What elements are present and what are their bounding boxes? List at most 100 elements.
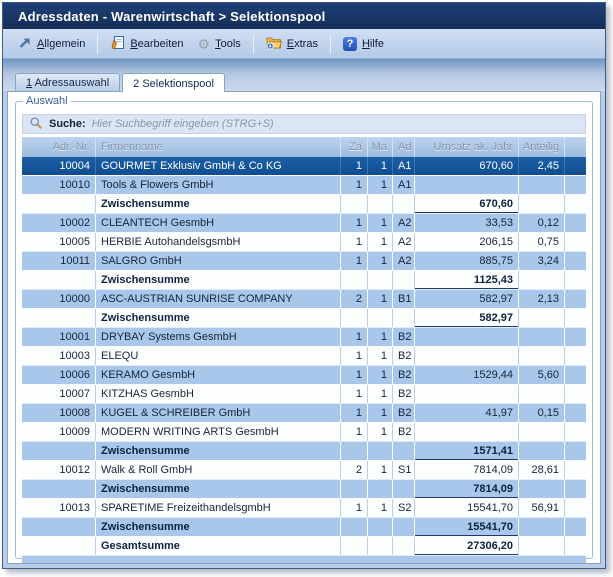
cell-umsatz: 27306,20 [415, 537, 519, 555]
cell-za: 1 [341, 423, 368, 441]
cell-ad [393, 271, 415, 289]
cell-za: 1 [341, 233, 368, 251]
cell-ad: A2 [393, 214, 415, 232]
toolbar-button-extras[interactable]: Extras [259, 32, 325, 56]
cell-za [341, 537, 368, 555]
cell-adrnr: 10003 [22, 347, 96, 365]
cell-adrnr [22, 480, 96, 498]
cell-ma: 1 [368, 157, 393, 175]
cell-anteilig [519, 195, 565, 213]
cell-umsatz: 1571,41 [415, 442, 519, 460]
header-cell-ma[interactable]: Ma [368, 137, 393, 157]
table-row[interactable]: 10008KUGEL & SCHREIBER GmbH11B241,970,15 [22, 404, 586, 423]
cell-firma: Tools & Flowers GmbH [96, 176, 341, 194]
cell-ma: 1 [368, 252, 393, 270]
toolbar-button-hilfe[interactable]: ? Hilfe [336, 34, 391, 54]
cell-adrnr: 10008 [22, 404, 96, 422]
table-row[interactable]: 10000ASC-AUSTRIAN SUNRISE COMPANY21B1582… [22, 290, 586, 309]
header-cell-umsatz[interactable]: Umsatz ak. Jahr [415, 137, 519, 157]
cell-ma [368, 309, 393, 327]
header-cell-firma[interactable]: Firmenname [96, 137, 341, 157]
cell-za [341, 480, 368, 498]
cell-adrnr [22, 309, 96, 327]
cell-firma: ELEQU [96, 347, 341, 365]
toolbar-button-tools[interactable]: ⚙ Tools [191, 34, 248, 54]
table-row[interactable]: 10006KERAMO GesmbH11B21529,445,60 [22, 366, 586, 385]
cell-anteilig: 0,12 [519, 214, 565, 232]
header-cell-fill [565, 137, 586, 157]
tab-adressauswahl[interactable]: 1 Adressauswahl [15, 73, 120, 91]
table-row[interactable]: 10013SPARETIME FreizeithandelsgmbH11S215… [22, 499, 586, 518]
toolbar-button-bearbeiten[interactable]: Bearbeiten [103, 32, 190, 56]
cell-anteilig: 5,60 [519, 366, 565, 384]
cell-za [341, 309, 368, 327]
header-cell-za[interactable]: Za [341, 137, 368, 157]
table-row-sum[interactable]: Zwischensumme1125,43 [22, 271, 586, 290]
search-bar[interactable]: Suche: [22, 114, 586, 134]
header-cell-anteilig[interactable]: Anteilig [519, 137, 565, 157]
cell-anteilig: 0,75 [519, 233, 565, 251]
toolbar-button-label: Hilfe [362, 38, 384, 50]
table-row[interactable]: 10004GOURMET Exklusiv GmbH & Co KG11A167… [22, 157, 586, 176]
cell-fill [565, 423, 586, 441]
table-row[interactable]: 10010Tools & Flowers GmbH11A1 [22, 176, 586, 195]
table-header: Adr.-Nr.FirmennameZaMaAdUmsatz ak. JahrA… [22, 137, 586, 157]
cell-fill [565, 214, 586, 232]
cell-ma: 1 [368, 347, 393, 365]
cell-za: 1 [341, 176, 368, 194]
tab-strip: 1 Adressauswahl 2 Selektionspool [3, 59, 605, 91]
cell-ma: 1 [368, 385, 393, 403]
table-row[interactable]: 10011SALGRO GmbH11A2885,753,24 [22, 252, 586, 271]
cell-ad: B2 [393, 385, 415, 403]
cell-anteilig [519, 347, 565, 365]
cell-ad: B2 [393, 347, 415, 365]
cell-adrnr: 10001 [22, 328, 96, 346]
tab-selektionspool[interactable]: 2 Selektionspool [122, 73, 225, 92]
table-row-sum[interactable]: Gesamtsumme 27306,20 [22, 537, 586, 556]
cell-adrnr: 10005 [22, 233, 96, 251]
table-row[interactable]: 10001DRYBAY Systems GesmbH11B2 [22, 328, 586, 347]
cell-umsatz: 7814,09 [415, 480, 519, 498]
cell-firma: Gesamtsumme [96, 537, 341, 555]
table-row[interactable]: 10002CLEANTECH GesmbH11A233,530,12 [22, 214, 586, 233]
folder-icon [266, 35, 282, 53]
table-row[interactable]: 10003ELEQU11B2 [22, 347, 586, 366]
cell-ad [393, 518, 415, 536]
table-row-sum[interactable]: Zwischensumme582,97 [22, 309, 586, 328]
groupbox-auswahl: Auswahl Suche: Adr.-Nr.FirmennameZaMaAdU… [15, 101, 593, 559]
table-row-sum[interactable]: Zwischensumme7814,09 [22, 480, 586, 499]
cell-ad [393, 480, 415, 498]
window-titlebar[interactable]: Adressdaten - Warenwirtschaft > Selektio… [3, 3, 605, 29]
cell-ad [393, 309, 415, 327]
cell-firma: KITZHAS GesmbH [96, 385, 341, 403]
search-input[interactable] [92, 118, 579, 130]
cell-ad [393, 537, 415, 555]
table-row[interactable]: 10007KITZHAS GesmbH11B2 [22, 385, 586, 404]
header-cell-ad[interactable]: Ad [393, 137, 415, 157]
table-row-sum[interactable]: Zwischensumme1571,41 [22, 442, 586, 461]
cell-firma: Zwischensumme [96, 518, 341, 536]
cell-umsatz: 7814,09 [415, 461, 519, 479]
cell-adrnr: 10006 [22, 366, 96, 384]
table-row-sum[interactable]: Zwischensumme670,60 [22, 195, 586, 214]
table-row[interactable]: 10009MODERN WRITING ARTS GesmbH11B2 [22, 423, 586, 442]
cell-firma: KUGEL & SCHREIBER GmbH [96, 404, 341, 422]
cell-fill [565, 328, 586, 346]
cell-adrnr: 10002 [22, 214, 96, 232]
cell-ma: 1 [368, 499, 393, 517]
cell-adrnr: 10000 [22, 290, 96, 308]
table-row[interactable]: 10005HERBIE AutohandelsgsmbH11A2206,150,… [22, 233, 586, 252]
toolbar-separator [253, 34, 254, 54]
cell-firma: ASC-AUSTRIAN SUNRISE COMPANY [96, 290, 341, 308]
toolbar-separator [330, 34, 331, 54]
cell-ad [393, 195, 415, 213]
table-body: 10004GOURMET Exklusiv GmbH & Co KG11A167… [22, 157, 586, 564]
table-row[interactable]: 10012Walk & Roll GmbH21S17814,0928,61 [22, 461, 586, 480]
cell-ad: A2 [393, 233, 415, 251]
header-cell-adrnr[interactable]: Adr.-Nr. [22, 137, 96, 157]
table-row-empty [22, 556, 586, 564]
toolbar-button-allgemein[interactable]: Allgemein [11, 33, 92, 55]
table-row-sum[interactable]: Zwischensumme15541,70 [22, 518, 586, 537]
cell-ad: B2 [393, 328, 415, 346]
cell-za: 1 [341, 499, 368, 517]
